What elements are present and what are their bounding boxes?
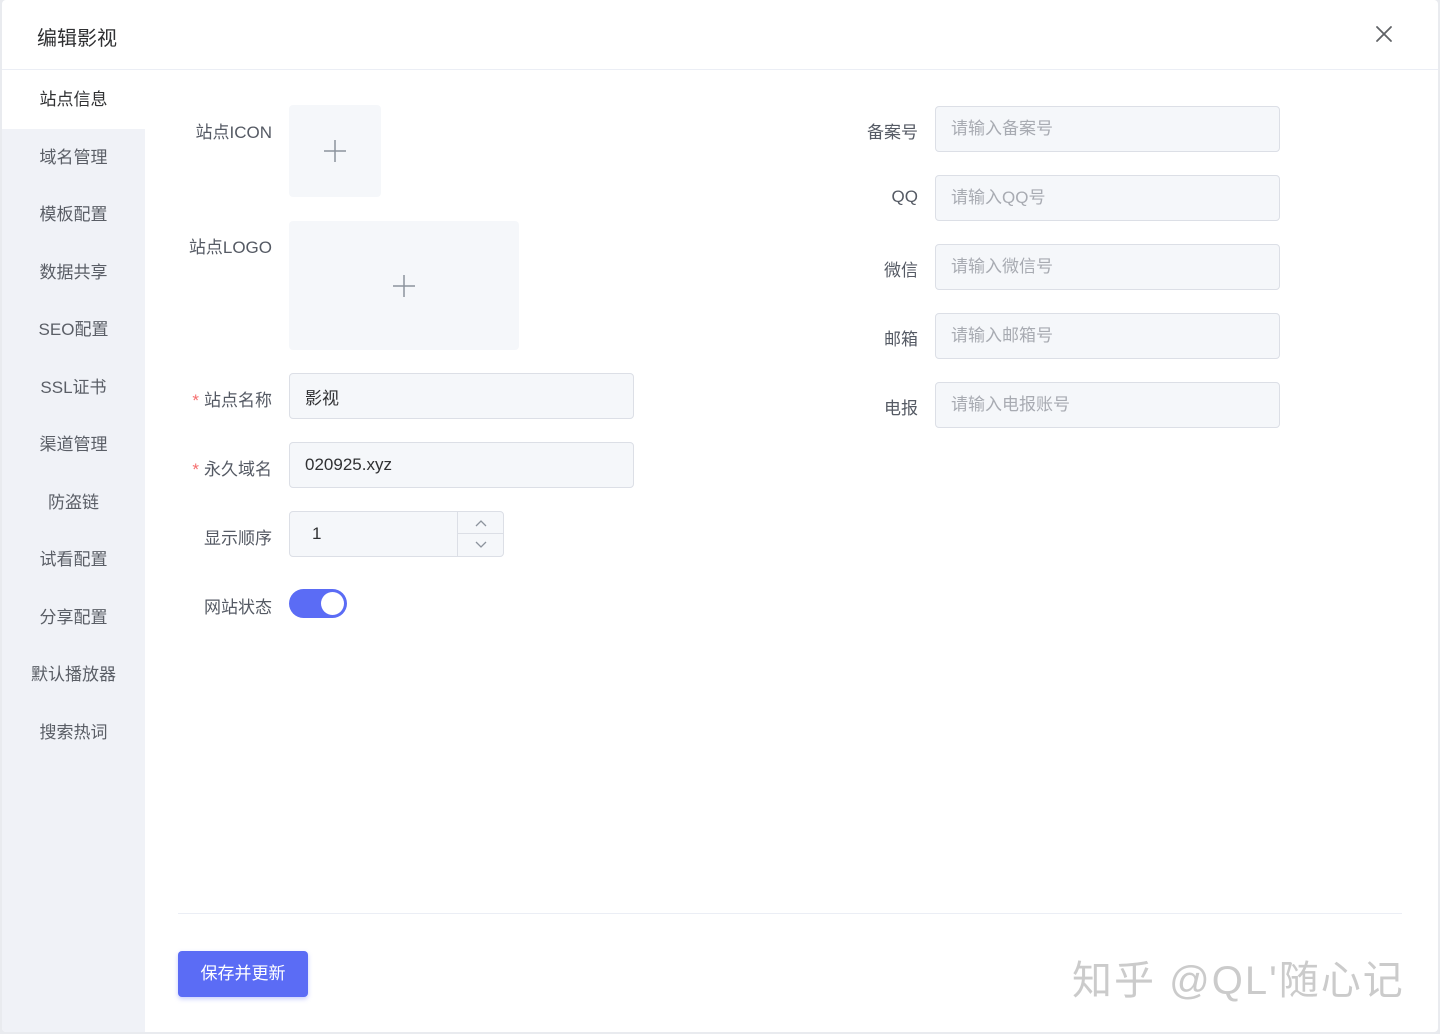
close-icon bbox=[1376, 26, 1392, 42]
sidebar-item-data-share[interactable]: 数据共享 bbox=[2, 244, 145, 302]
qq-label: QQ bbox=[891, 187, 918, 206]
sidebar-item-share[interactable]: 分享配置 bbox=[2, 589, 145, 647]
switch-knob bbox=[321, 592, 344, 615]
plus-icon bbox=[393, 274, 415, 297]
domain-label-text: 永久域名 bbox=[204, 460, 272, 479]
icon-label: 站点ICON bbox=[195, 123, 273, 142]
sidebar-item-ssl[interactable]: SSL证书 bbox=[2, 359, 145, 417]
domain-label: * 永久域名 bbox=[192, 455, 272, 480]
chevron-down-icon bbox=[475, 541, 487, 548]
required-mark: * bbox=[192, 391, 199, 410]
sidebar-item-player[interactable]: 默认播放器 bbox=[2, 646, 145, 704]
domain-input[interactable] bbox=[289, 442, 634, 488]
plus-icon bbox=[324, 140, 346, 162]
sidebar-item-hot-words[interactable]: 搜索热词 bbox=[2, 704, 145, 762]
icon-upload[interactable] bbox=[289, 105, 381, 197]
status-label: 网站状态 bbox=[204, 598, 272, 617]
close-button[interactable] bbox=[1372, 22, 1396, 46]
save-update-button[interactable]: 保存并更新 bbox=[178, 951, 308, 997]
site-name-input[interactable] bbox=[289, 373, 634, 419]
icp-label: 备案号 bbox=[867, 123, 918, 142]
email-input[interactable] bbox=[935, 313, 1280, 359]
order-input[interactable] bbox=[290, 512, 458, 556]
sidebar-item-domain[interactable]: 域名管理 bbox=[2, 129, 145, 187]
icp-input[interactable] bbox=[935, 106, 1280, 152]
status-switch[interactable] bbox=[289, 589, 347, 618]
wechat-input[interactable] bbox=[935, 244, 1280, 290]
order-stepper bbox=[289, 511, 504, 557]
wechat-label: 微信 bbox=[884, 261, 918, 280]
watermark: 知乎 @QL'随心记 bbox=[1072, 959, 1405, 1003]
qq-input[interactable] bbox=[935, 175, 1280, 221]
increment-button[interactable] bbox=[458, 512, 504, 534]
footer-divider bbox=[178, 913, 1402, 914]
chevron-up-icon bbox=[475, 520, 487, 527]
edit-dialog: 编辑影视 站点信息 域名管理 模板配置 数据共享 SEO配置 SSL证书 渠道管… bbox=[2, 0, 1438, 1032]
sidebar: 站点信息 域名管理 模板配置 数据共享 SEO配置 SSL证书 渠道管理 防盗链… bbox=[2, 71, 145, 1032]
logo-upload[interactable] bbox=[289, 221, 519, 350]
stepper-controls bbox=[457, 512, 504, 556]
sidebar-item-channel[interactable]: 渠道管理 bbox=[2, 416, 145, 474]
sidebar-item-site-info[interactable]: 站点信息 bbox=[2, 71, 145, 129]
dialog-header: 编辑影视 bbox=[2, 0, 1438, 70]
sidebar-item-hotlink[interactable]: 防盗链 bbox=[2, 474, 145, 532]
dialog-title: 编辑影视 bbox=[37, 28, 117, 50]
site-name-label-text: 站点名称 bbox=[204, 391, 272, 410]
telegram-input[interactable] bbox=[935, 382, 1280, 428]
site-name-label: * 站点名称 bbox=[192, 386, 272, 411]
logo-label: 站点LOGO bbox=[188, 238, 272, 257]
sidebar-item-template[interactable]: 模板配置 bbox=[2, 186, 145, 244]
telegram-label: 电报 bbox=[884, 399, 918, 418]
order-label: 显示顺序 bbox=[204, 529, 272, 548]
sidebar-item-seo[interactable]: SEO配置 bbox=[2, 301, 145, 359]
required-mark: * bbox=[192, 460, 199, 479]
sidebar-item-preview[interactable]: 试看配置 bbox=[2, 531, 145, 589]
email-label: 邮箱 bbox=[884, 330, 918, 349]
decrement-button[interactable] bbox=[458, 534, 504, 556]
